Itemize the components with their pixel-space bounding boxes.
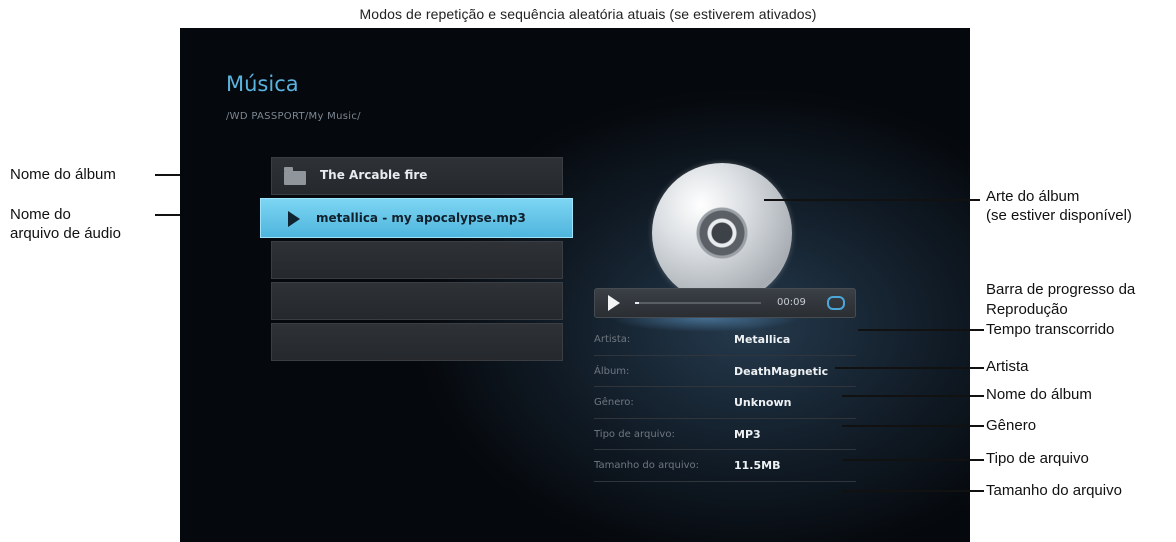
callout-album-art-line1: Arte do álbum <box>986 188 1080 205</box>
playback-bar: 00:09 <box>594 288 856 318</box>
callout-line-filesize <box>842 490 984 492</box>
list-item-audio-file[interactable]: metallica - my apocalypse.mp3 <box>260 198 573 238</box>
file-list: The Arcable fire metallica - my apocalyp… <box>260 157 573 364</box>
progress-bar[interactable] <box>635 302 761 304</box>
info-row-artist: Artista: Metallica <box>594 324 856 356</box>
callout-audio-file-line1: Nome do <box>10 206 71 223</box>
info-row-genre: Gênero: Unknown <box>594 387 856 419</box>
breadcrumb: /WD PASSPORT/My Music/ <box>226 111 361 122</box>
repeat-icon <box>827 296 845 310</box>
callout-line-album <box>842 395 984 397</box>
progress-fill <box>635 302 639 304</box>
callout-album-art-line2: (se estiver disponível) <box>986 207 1132 224</box>
repeat-shuffle-caption: Modos de repetição e sequência aleatória… <box>359 6 817 22</box>
list-item-folder[interactable]: The Arcable fire <box>271 157 563 195</box>
play-icon[interactable] <box>608 295 620 311</box>
filetype-value: MP3 <box>734 427 761 441</box>
list-item-label: The Arcable fire <box>320 168 428 182</box>
album-label: Álbum: <box>594 365 630 377</box>
callout-progress-line2: Reprodução <box>986 301 1068 318</box>
callout-line-elapsed <box>858 329 984 331</box>
artist-value: Metallica <box>734 333 791 346</box>
filetype-label: Tipo de arquivo: <box>594 428 675 440</box>
list-item-empty[interactable] <box>271 323 563 361</box>
track-info: Artista: Metallica Álbum: DeathMagnetic … <box>594 324 856 482</box>
callout-artist: Artista <box>986 358 1029 375</box>
info-row-filetype: Tipo de arquivo: MP3 <box>594 419 856 450</box>
callout-audio-file-line2: arquivo de áudio <box>10 225 121 242</box>
callout-elapsed: Tempo transcorrido <box>986 321 1115 338</box>
callout-filesize: Tamanho do arquivo <box>986 482 1122 499</box>
media-player-screen: Música /WD PASSPORT/My Music/ The Arcabl… <box>180 28 970 542</box>
filesize-label: Tamanho do arquivo: <box>594 460 699 471</box>
list-item-empty[interactable] <box>271 282 563 320</box>
artist-label: Artista: <box>594 334 631 345</box>
list-item-label: metallica - my apocalypse.mp3 <box>316 211 526 225</box>
play-icon <box>288 211 300 227</box>
callout-line-artist <box>835 367 984 369</box>
elapsed-time: 00:09 <box>777 297 806 308</box>
album-value: DeathMagnetic <box>734 364 829 378</box>
folder-icon <box>284 167 306 185</box>
callout-line-filetype <box>842 459 984 461</box>
callout-album-name: Nome do álbum <box>10 166 116 183</box>
callout-line-genre <box>842 425 984 427</box>
callout-genre: Gênero <box>986 417 1037 434</box>
callout-line-album-art <box>764 199 980 201</box>
callout-album-name-right: Nome do álbum <box>986 386 1092 403</box>
genre-label: Gênero: <box>594 397 634 408</box>
info-row-filesize: Tamanho do arquivo: 11.5MB <box>594 450 856 482</box>
callout-filetype: Tipo de arquivo <box>986 450 1089 467</box>
list-item-empty[interactable] <box>271 241 563 279</box>
page-title: Música <box>226 72 299 96</box>
genre-value: Unknown <box>734 396 792 409</box>
filesize-value: 11.5MB <box>734 459 781 472</box>
callout-progress-line1: Barra de progresso da <box>986 281 1136 298</box>
info-row-album: Álbum: DeathMagnetic <box>594 356 856 387</box>
album-art-disc-icon <box>652 163 792 303</box>
